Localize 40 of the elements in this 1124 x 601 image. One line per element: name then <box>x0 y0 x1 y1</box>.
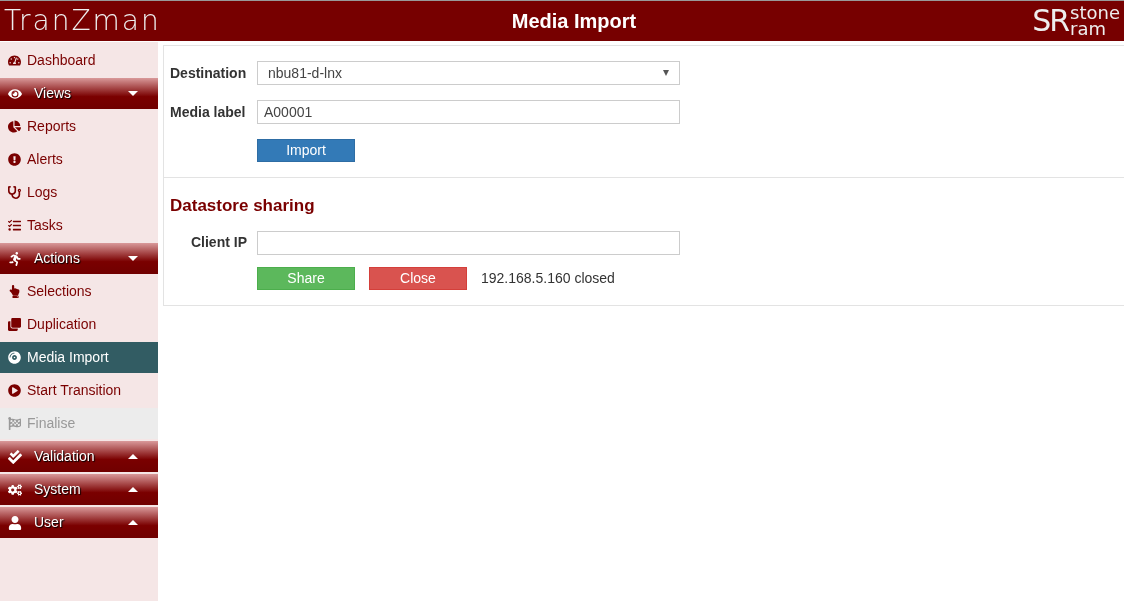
caret-up-icon <box>128 520 138 525</box>
field-label: Client IP <box>190 233 248 252</box>
sidebar-item[interactable]: Media Import <box>0 342 158 373</box>
brand-word: ram <box>1070 21 1107 37</box>
checkered-flag-icon <box>8 417 21 430</box>
eye-icon <box>8 86 22 101</box>
share-status: 192.168.5.160 closed <box>481 268 615 288</box>
running-person-icon <box>8 251 22 266</box>
pointing-hand-icon <box>8 285 21 298</box>
caret-down-icon <box>128 91 138 96</box>
page-title: Media Import <box>510 9 638 34</box>
sidebar-section[interactable]: Actions <box>0 243 158 274</box>
media-label-field[interactable]: A00001 <box>257 100 680 124</box>
checklist-icon <box>8 219 21 232</box>
sidebar-section[interactable]: System <box>0 474 158 505</box>
sidebar-section[interactable]: Views <box>0 78 158 109</box>
caret-up-icon <box>128 454 138 459</box>
field-label: Media label <box>170 102 247 122</box>
user-icon <box>8 515 22 530</box>
double-check-icon <box>8 449 22 464</box>
gears-icon <box>8 482 22 497</box>
pie-chart-icon <box>8 120 21 133</box>
destination-select[interactable]: nbu81-d-lnx <box>257 61 680 85</box>
stethoscope-icon <box>8 186 21 199</box>
caret-up-icon <box>128 487 138 492</box>
brand-word: stone <box>1070 5 1120 21</box>
dropdown-arrow-icon <box>663 70 669 76</box>
logo: TranZman <box>4 7 162 35</box>
caret-down-icon <box>128 256 138 261</box>
brand-mark: SR <box>1032 6 1069 36</box>
copy-icon <box>8 318 21 331</box>
play-icon <box>8 384 21 397</box>
sidebar-section[interactable]: User <box>0 507 158 538</box>
section-heading: Datastore sharing <box>170 195 316 217</box>
close-button[interactable]: Close <box>369 266 467 290</box>
exclamation-icon <box>8 153 21 166</box>
import-button[interactable]: Import <box>257 139 355 162</box>
sidebar-section[interactable]: Validation <box>0 441 158 472</box>
gauge-icon <box>8 54 21 67</box>
field-label: Destination <box>170 63 248 83</box>
